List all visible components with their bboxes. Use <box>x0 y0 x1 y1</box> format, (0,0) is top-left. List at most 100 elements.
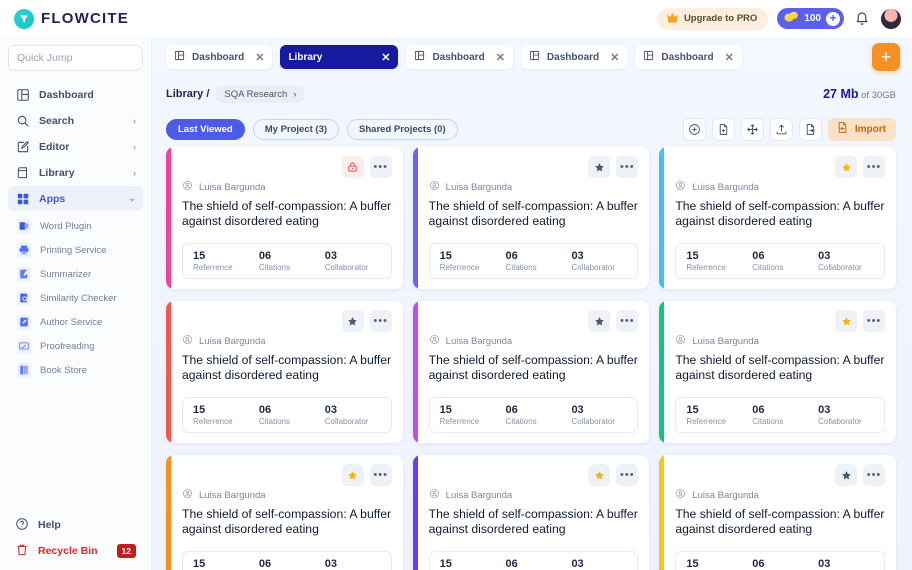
library-card[interactable]: ••• Luisa Bargunda The shield of self-comp… <box>659 455 896 570</box>
sidebar-subitem-label: Summarizer <box>40 269 91 280</box>
sidebar-item-summarizer[interactable]: Summarizer <box>8 262 143 286</box>
sidebar-item-search[interactable]: Search › <box>8 108 143 133</box>
tab-window-icon <box>643 50 654 64</box>
card-stat: 15Referrence <box>193 558 259 570</box>
sidebar-item-editor[interactable]: Editor › <box>8 134 143 159</box>
card-stats: 15Referrence06Citations03Collaborator <box>182 243 392 279</box>
sidebar-item-printing-service[interactable]: Printing Service <box>8 238 143 262</box>
card-more-options-icon[interactable]: ••• <box>863 464 885 486</box>
card-more-options-icon[interactable]: ••• <box>370 464 392 486</box>
card-actions: ••• <box>429 156 639 178</box>
move-icon[interactable] <box>741 118 764 141</box>
sidebar-item-recycle-bin[interactable]: Recycle Bin 12 <box>8 538 143 564</box>
star-icon[interactable] <box>342 310 364 332</box>
star-icon[interactable] <box>835 156 857 178</box>
sidebar-item-book-store[interactable]: Book Store <box>8 358 143 382</box>
sidebar-item-library[interactable]: Library › <box>8 160 143 185</box>
close-icon[interactable]: ✕ <box>721 51 734 64</box>
tab-label: Library <box>288 52 322 63</box>
filter-shared-projects[interactable]: Shared Projects (0) <box>347 119 458 140</box>
user-avatar[interactable] <box>880 8 902 30</box>
tab-label: Dashboard <box>661 52 713 63</box>
lock-icon[interactable] <box>342 156 364 178</box>
filter-my-project[interactable]: My Project (3) <box>253 119 339 140</box>
sidebar-item-dashboard[interactable]: Dashboard <box>8 82 143 107</box>
library-card[interactable]: •••Luisa BargundaThe shield of self-comp… <box>166 301 403 443</box>
library-card[interactable]: •••Luisa BargundaThe shield of self-comp… <box>413 301 650 443</box>
upgrade-to-pro-button[interactable]: Upgrade to PRO <box>658 8 768 30</box>
star-icon[interactable] <box>588 310 610 332</box>
import-icon <box>836 121 849 137</box>
close-icon[interactable]: ✕ <box>251 51 264 64</box>
sidebar-item-apps[interactable]: Apps ⌄ <box>8 186 143 211</box>
tab-dashboard-2[interactable]: Dashboard ✕ <box>406 45 512 69</box>
add-tab-button[interactable]: + <box>872 43 900 71</box>
chevron-right-icon: › <box>133 116 136 126</box>
apps-icon <box>15 191 30 206</box>
tab-library[interactable]: Library ✕ <box>280 45 398 69</box>
export-file-icon[interactable] <box>799 118 822 141</box>
sidebar-item-help[interactable]: Help <box>8 512 143 538</box>
card-stat: 15Referrence <box>440 558 506 570</box>
card-more-options-icon[interactable]: ••• <box>616 156 638 178</box>
close-icon[interactable]: ✕ <box>377 51 390 64</box>
add-circle-icon[interactable] <box>683 118 706 141</box>
tab-dashboard-1[interactable]: Dashboard ✕ <box>166 45 272 69</box>
library-card[interactable]: •••Luisa BargundaThe shield of self-comp… <box>413 147 650 289</box>
library-card[interactable]: ••• Luisa Bargunda The shield of self-comp… <box>166 455 403 570</box>
import-button[interactable]: Import <box>828 118 896 141</box>
tab-dashboard-4[interactable]: Dashboard ✕ <box>635 45 741 69</box>
card-stat: 06Citations <box>506 558 572 570</box>
user-icon <box>429 180 440 194</box>
star-icon[interactable] <box>588 464 610 486</box>
card-more-options-icon[interactable]: ••• <box>616 464 638 486</box>
star-icon[interactable] <box>342 464 364 486</box>
card-body: ••• Luisa Bargunda The shield of self-comp… <box>171 455 403 570</box>
new-file-icon[interactable] <box>712 118 735 141</box>
sidebar-item-label: Editor <box>39 141 124 153</box>
card-more-options-icon[interactable]: ••• <box>616 310 638 332</box>
card-more-options-icon[interactable]: ••• <box>863 310 885 332</box>
library-card[interactable]: •••Luisa BargundaThe shield of self-comp… <box>413 455 650 570</box>
add-credits-icon[interactable]: + <box>826 12 840 26</box>
card-stat-value: 03 <box>818 404 884 416</box>
card-stat-value: 03 <box>325 404 391 416</box>
library-card[interactable]: •••Luisa BargundaThe shield of self-comp… <box>659 147 896 289</box>
card-stat-label: Collaborator <box>571 263 637 272</box>
library-card[interactable]: •••Luisa BargundaThe shield of self-comp… <box>659 301 896 443</box>
card-more-options-icon[interactable]: ••• <box>863 156 885 178</box>
upload-icon[interactable] <box>770 118 793 141</box>
sidebar-item-word-plugin[interactable]: Word Plugin <box>8 214 143 238</box>
tab-dashboard-3[interactable]: Dashboard ✕ <box>521 45 627 69</box>
card-more-options-icon[interactable]: ••• <box>370 310 392 332</box>
library-grid-scroll[interactable]: ••• Luisa Bargunda The shield of self-comp… <box>152 147 912 570</box>
user-icon <box>429 334 440 348</box>
star-icon[interactable] <box>588 156 610 178</box>
close-icon[interactable]: ✕ <box>606 51 619 64</box>
storage-usage: 27 Mb of 30GB <box>823 87 896 101</box>
filter-last-viewed[interactable]: Last Viewed <box>166 119 245 140</box>
bell-icon[interactable] <box>853 10 871 28</box>
sidebar-item-similarity-checker[interactable]: Similarity Checker <box>8 286 143 310</box>
card-actions: ••• <box>675 464 885 486</box>
card-stat-label: Citations <box>752 417 818 426</box>
library-card[interactable]: •••Luisa BargundaThe shield of self-comp… <box>166 147 403 289</box>
card-stat: 15Referrence <box>686 558 752 570</box>
close-icon[interactable]: ✕ <box>492 51 505 64</box>
breadcrumb-root[interactable]: Library / <box>166 88 209 100</box>
credits-badge[interactable]: 100 + <box>777 8 844 29</box>
card-author: Luisa Bargunda <box>675 488 885 502</box>
app-logo[interactable]: FLOWCITE <box>14 9 129 29</box>
star-icon[interactable] <box>835 464 857 486</box>
card-more-options-icon[interactable]: ••• <box>370 156 392 178</box>
proofreading-icon <box>17 339 31 353</box>
card-title: The shield of self-compassion: A buffer … <box>675 507 885 537</box>
sidebar-item-proofreading[interactable]: Proofreading <box>8 334 143 358</box>
sidebar-item-author-service[interactable]: Author Service <box>8 310 143 334</box>
star-icon[interactable] <box>835 310 857 332</box>
card-title: The shield of self-compassion: A buffer … <box>182 507 392 537</box>
quick-jump-search[interactable] <box>8 45 143 71</box>
card-author: Luisa Bargunda <box>182 488 392 502</box>
breadcrumb-current[interactable]: SQA Research › <box>216 86 304 103</box>
search-input[interactable] <box>17 52 152 64</box>
